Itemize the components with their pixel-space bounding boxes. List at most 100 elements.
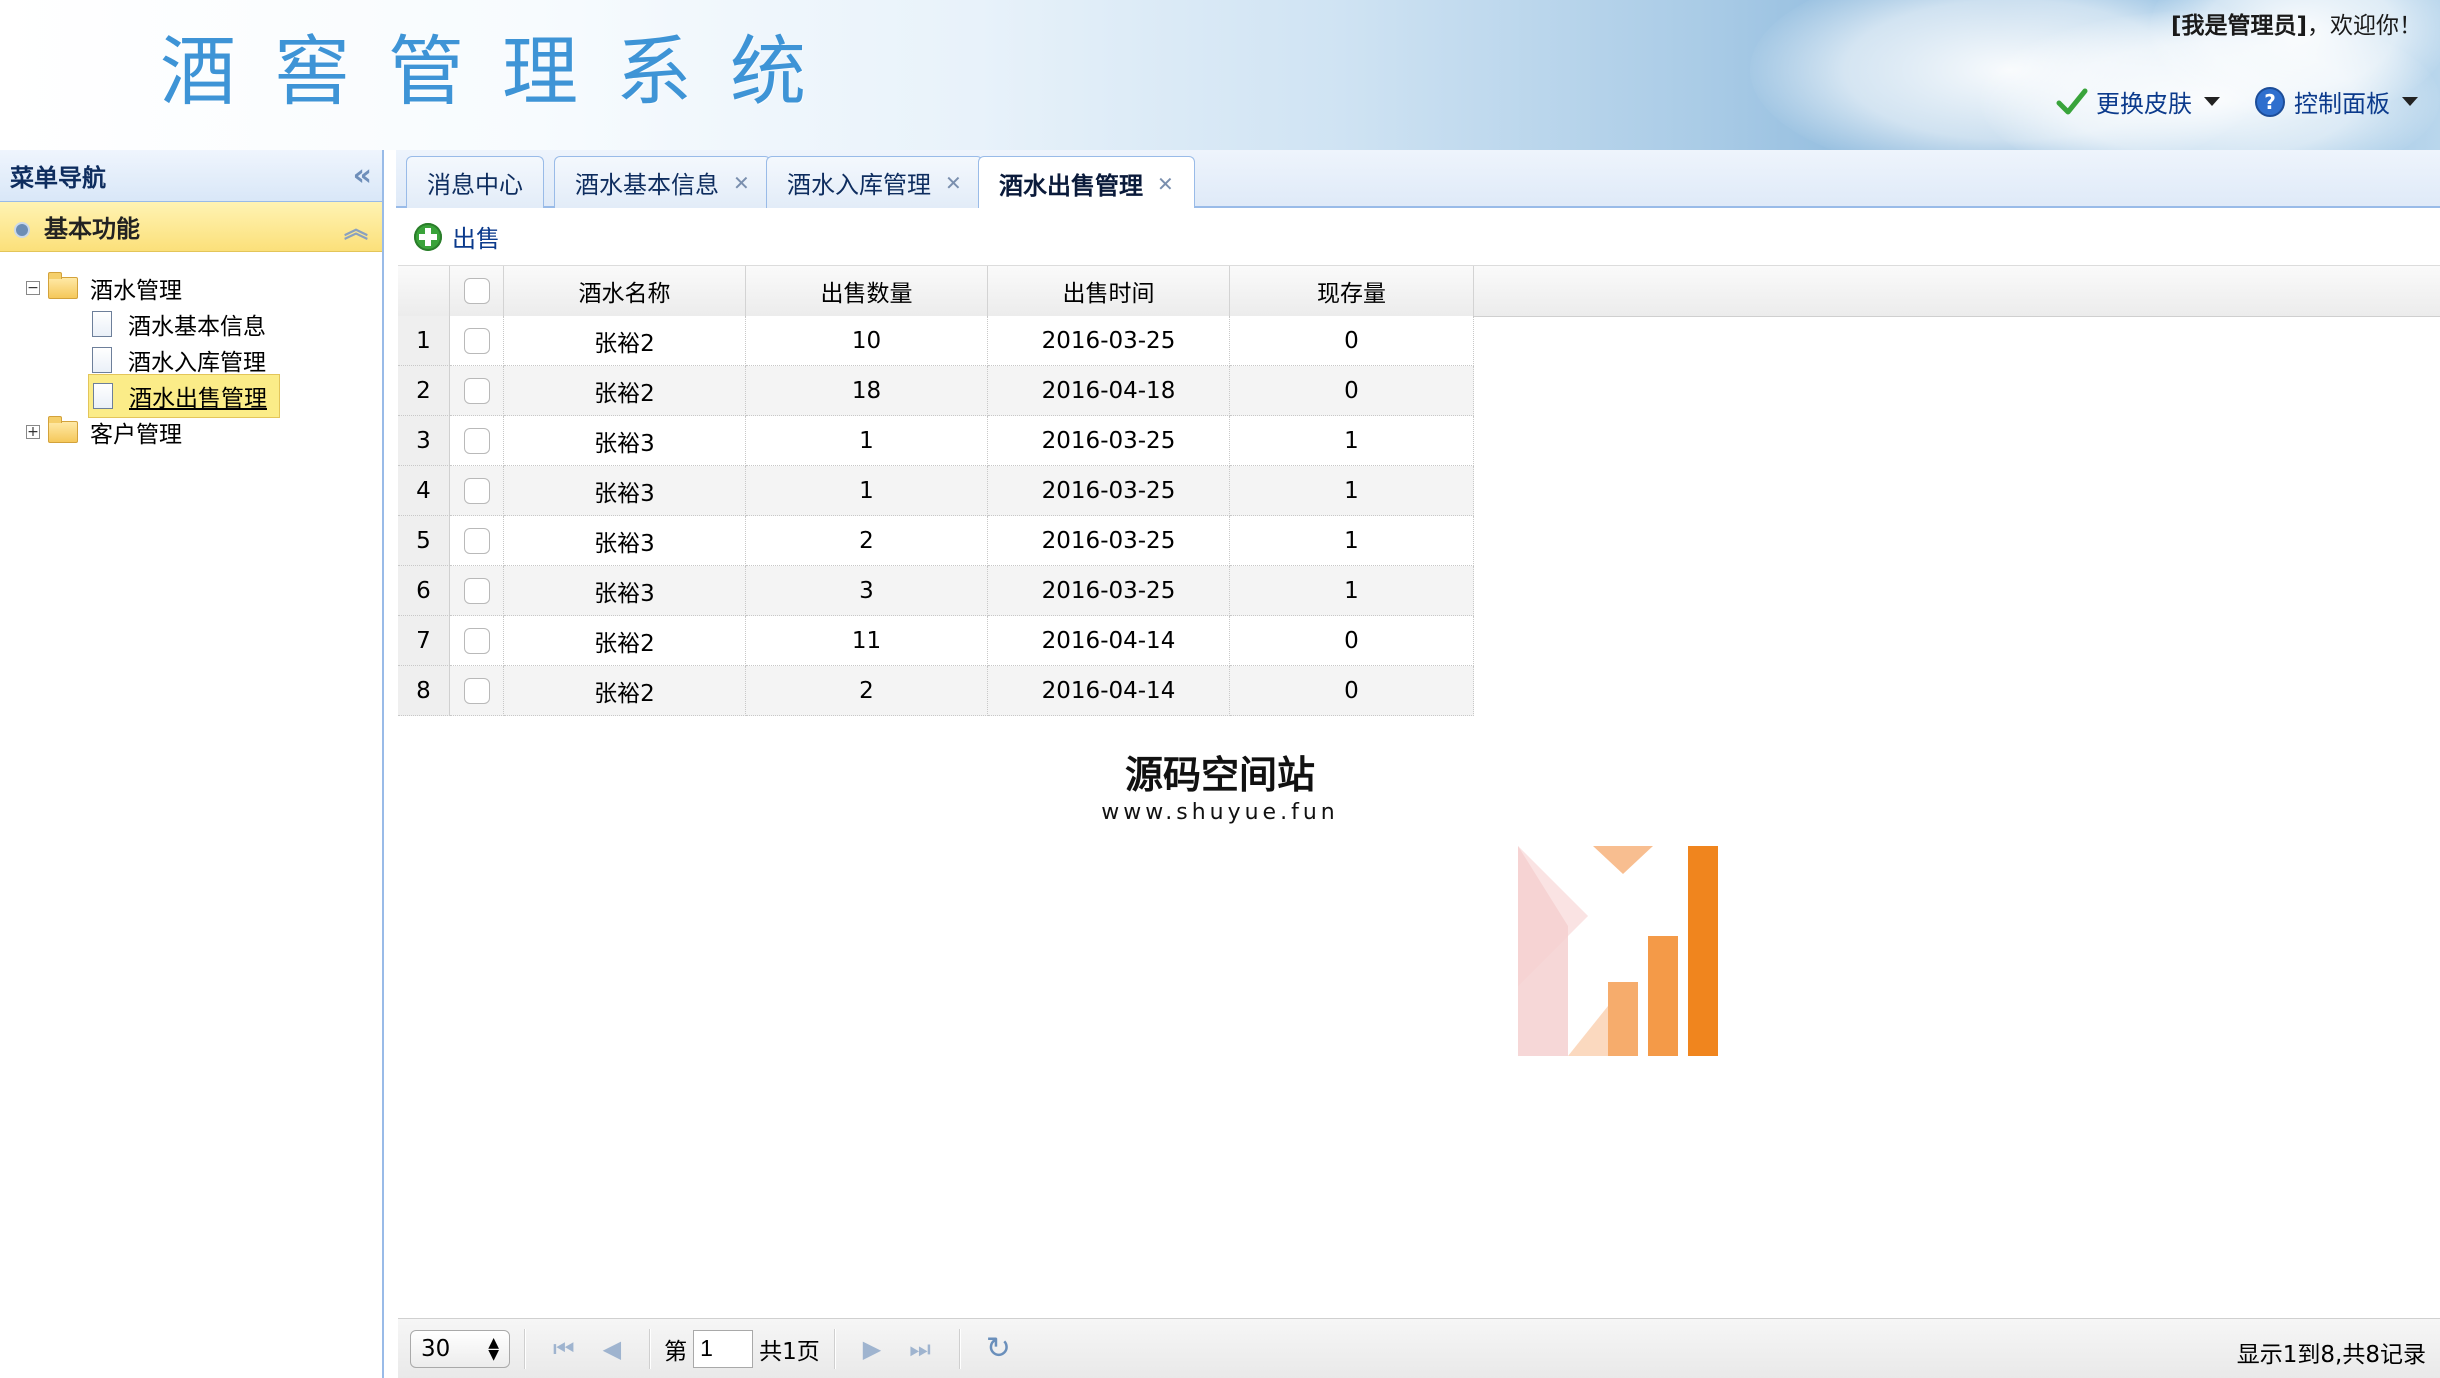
table-row[interactable]: 4 张裕3 1 2016-03-25 1: [398, 466, 1474, 516]
tree-node-wine-stock-in[interactable]: 酒水入库管理: [0, 342, 382, 378]
watermark-text: 源码空间站: [1124, 753, 1315, 797]
menu-navigation-header: 菜单导航 «: [0, 150, 382, 202]
row-checkbox[interactable]: [463, 527, 490, 554]
header-stock[interactable]: 现存量: [1230, 266, 1474, 316]
tab-wine-sales[interactable]: 酒水出售管理 ✕: [978, 156, 1195, 210]
page-prefix-label: 第: [664, 1338, 688, 1365]
svg-text:?: ?: [2264, 90, 2276, 114]
cell-stock: 0: [1230, 366, 1474, 416]
tree-node-customer-management[interactable]: + 客户管理: [0, 414, 382, 450]
cell-sale-quantity: 2: [746, 666, 988, 716]
tree-node-selected[interactable]: 酒水出售管理: [88, 374, 280, 418]
tree-node-wine-management[interactable]: − 酒水管理: [0, 270, 382, 306]
control-panel-menu[interactable]: ? 控制面板: [2254, 84, 2418, 119]
next-page-icon[interactable]: ▶: [863, 1335, 881, 1363]
row-checkbox-cell: [450, 566, 504, 616]
header-sale-quantity[interactable]: 出售数量: [746, 266, 988, 316]
page-size-select[interactable]: 30 ▲ ▼: [410, 1329, 510, 1368]
cell-stock: 1: [1230, 566, 1474, 616]
welcome-user: [我是管理员]: [2170, 13, 2307, 39]
cell-sale-time: 2016-04-14: [988, 666, 1230, 716]
header-wine-name[interactable]: 酒水名称: [504, 266, 746, 316]
pager-separator: [649, 1328, 651, 1369]
refresh-icon[interactable]: ↻: [986, 1331, 1011, 1366]
cell-sale-quantity: 11: [746, 616, 988, 666]
table-row[interactable]: 2 张裕2 18 2016-04-18 0: [398, 366, 1474, 416]
row-checkbox[interactable]: [463, 627, 490, 654]
pager-separator: [833, 1328, 835, 1369]
folder-icon: [48, 272, 78, 299]
close-icon[interactable]: ✕: [733, 171, 750, 195]
change-skin-label: 更换皮肤: [2096, 90, 2192, 118]
expand-node-icon[interactable]: +: [26, 425, 40, 439]
header-rownum: [398, 266, 450, 316]
cell-wine-name: 张裕2: [504, 316, 746, 366]
table-row[interactable]: 5 张裕3 2 2016-03-25 1: [398, 516, 1474, 566]
pager-separator: [524, 1328, 525, 1369]
tab-message-center[interactable]: 消息中心: [406, 156, 544, 208]
row-number: 8: [398, 666, 450, 716]
total-pages-label: 共1页: [759, 1338, 820, 1365]
collapse-node-icon[interactable]: −: [26, 281, 40, 295]
header-sale-time[interactable]: 出售时间: [988, 266, 1230, 316]
row-checkbox[interactable]: [463, 377, 490, 404]
first-page-icon[interactable]: ⏮: [553, 1335, 575, 1363]
row-checkbox[interactable]: [463, 677, 490, 704]
tree-node-wine-basic-info[interactable]: 酒水基本信息: [0, 306, 382, 342]
tree-node-label: 酒水出售管理: [129, 386, 267, 412]
row-checkbox[interactable]: [463, 577, 490, 604]
cell-sale-time: 2016-03-25: [988, 466, 1230, 516]
header-checkbox-cell: [450, 266, 504, 316]
control-panel-label: 控制面板: [2294, 90, 2390, 118]
chevron-down-icon: [2204, 97, 2220, 106]
table-row[interactable]: 8 张裕2 2 2016-04-14 0: [398, 666, 1474, 716]
row-checkbox[interactable]: [463, 427, 490, 454]
last-page-icon[interactable]: ⏭: [909, 1335, 931, 1363]
folder-icon: [48, 416, 78, 443]
cell-wine-name: 张裕2: [504, 366, 746, 416]
row-checkbox-cell: [450, 416, 504, 466]
collapse-panel-icon[interactable]: «: [353, 160, 372, 191]
close-icon[interactable]: ✕: [945, 171, 962, 195]
file-icon: [92, 311, 112, 337]
table-row[interactable]: 7 张裕2 11 2016-04-14 0: [398, 616, 1474, 666]
tab-wine-basic-info[interactable]: 酒水基本信息 ✕: [554, 156, 771, 208]
menu-navigation-title: 菜单导航: [10, 164, 106, 192]
table-row[interactable]: 3 张裕3 1 2016-03-25 1: [398, 416, 1474, 466]
cell-sale-time: 2016-04-18: [988, 366, 1230, 416]
tab-label: 消息中心: [427, 171, 523, 199]
row-checkbox[interactable]: [463, 327, 490, 354]
row-checkbox[interactable]: [463, 477, 490, 504]
welcome-text: ，欢迎你！: [2307, 13, 2422, 39]
tab-label: 酒水出售管理: [999, 172, 1143, 200]
cell-sale-quantity: 1: [746, 466, 988, 516]
table-row[interactable]: 6 张裕3 3 2016-03-25 1: [398, 566, 1474, 616]
sell-button[interactable]: 出售: [414, 219, 500, 254]
cell-stock: 1: [1230, 416, 1474, 466]
change-skin-menu[interactable]: 更换皮肤: [2056, 84, 2220, 119]
tab-wine-stock-in[interactable]: 酒水入库管理 ✕: [766, 156, 983, 208]
watermark-url: www.shuyue.fun: [1101, 800, 1339, 825]
page-number-input[interactable]: [693, 1329, 754, 1368]
pagination-bar: 30 ▲▼ ⏮ ◀ 第 共1页 ▶ ⏭ ↻ 显示1到8,共8记录: [398, 1318, 2440, 1378]
chevron-down-icon: [2402, 97, 2418, 106]
help-icon: ?: [2255, 86, 2285, 117]
cell-stock: 0: [1230, 616, 1474, 666]
cell-wine-name: 张裕2: [504, 666, 746, 716]
select-all-checkbox[interactable]: [463, 278, 490, 304]
collapse-section-icon[interactable]: ︽: [344, 209, 368, 244]
row-checkbox-cell: [450, 516, 504, 566]
pager-info: 显示1到8,共8记录: [2236, 1342, 2426, 1368]
table-row[interactable]: 1 张裕2 10 2016-03-25 0: [398, 316, 1474, 366]
cell-sale-time: 2016-03-25: [988, 566, 1230, 616]
accordion-header-basic[interactable]: 基本功能 ︽: [0, 202, 382, 252]
tab-label: 酒水基本信息: [575, 171, 719, 199]
row-checkbox-cell: [450, 316, 504, 366]
bullet-icon: [14, 222, 30, 238]
close-icon[interactable]: ✕: [1157, 172, 1174, 196]
tree-node-wine-sales[interactable]: 酒水出售管理: [0, 374, 382, 418]
row-number: 1: [398, 316, 450, 366]
cell-wine-name: 张裕2: [504, 616, 746, 666]
cell-sale-quantity: 2: [746, 516, 988, 566]
prev-page-icon[interactable]: ◀: [603, 1335, 621, 1363]
